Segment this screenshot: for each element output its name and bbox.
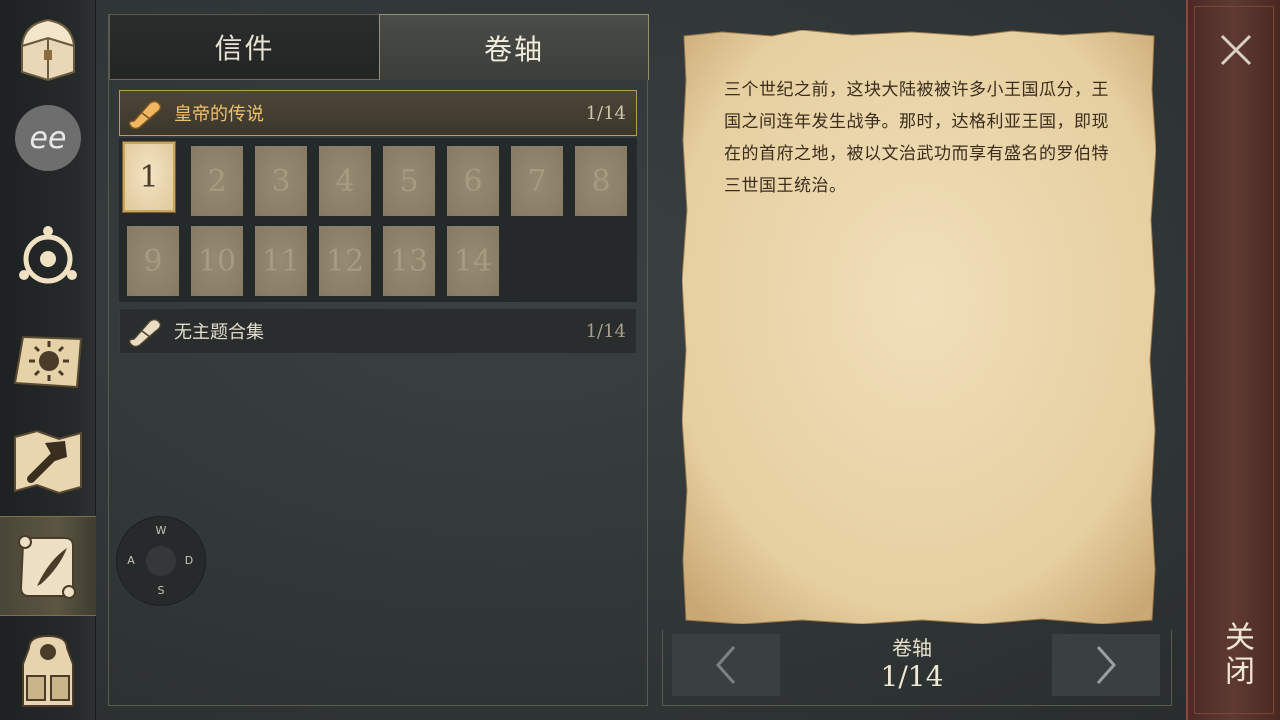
category-count: 1/14 [585, 102, 626, 124]
library-panel: 信件 卷轴 皇帝的传说 1/14 1 2 3 4 5 6 7 8 9 10 11… [108, 14, 649, 706]
rune-circle-icon [19, 226, 77, 284]
tab-bar: 信件 卷轴 [109, 14, 649, 80]
page-tile[interactable]: 3 [255, 146, 307, 216]
next-page-button[interactable] [1052, 634, 1160, 696]
page-tile[interactable]: 14 [447, 226, 499, 296]
key-up: W [155, 524, 167, 537]
tab-scrolls[interactable]: 卷轴 [379, 14, 649, 80]
sidebar-item-skills[interactable] [0, 206, 96, 306]
sidebar-item-character[interactable] [0, 620, 96, 720]
previous-page-button[interactable] [672, 634, 780, 696]
category-emperor-legend[interactable]: 皇帝的传说 1/14 [119, 90, 637, 136]
page-tile[interactable]: 1 [123, 142, 175, 212]
svg-text:ee: ee [30, 121, 67, 156]
page-tile[interactable]: 10 [191, 226, 243, 296]
page-grid: 1 2 3 4 5 6 7 8 9 10 11 12 13 14 [119, 138, 637, 302]
key-right: D [184, 554, 194, 567]
page-tile[interactable]: 7 [511, 146, 563, 216]
key-down: S [157, 584, 165, 597]
sidebar-item-journal[interactable] [0, 310, 96, 410]
category-untitled-collection[interactable]: 无主题合集 1/14 [119, 308, 637, 354]
page-tile[interactable]: 5 [383, 146, 435, 216]
wasd-compass: W A D S [116, 516, 206, 606]
sidebar: ee [0, 0, 96, 720]
close-panel: 关闭 [1186, 0, 1280, 720]
backpack-icon [22, 634, 74, 707]
page-navigator: 卷轴 1/14 [662, 630, 1182, 710]
page-tile[interactable]: 11 [255, 226, 307, 296]
key-left: A [127, 554, 135, 567]
map-hammer-icon [14, 429, 82, 495]
tab-letters[interactable]: 信件 [109, 14, 379, 80]
page-tile[interactable]: 2 [191, 146, 243, 216]
chevron-right-icon [1096, 646, 1117, 684]
page-tile[interactable]: 8 [575, 146, 627, 216]
close-button[interactable]: 关闭 [1206, 610, 1266, 700]
scroll-icon [128, 318, 162, 347]
page-tile[interactable]: 4 [319, 146, 371, 216]
compass-hub [146, 546, 176, 576]
chevron-left-icon [715, 646, 736, 684]
ee-logo-icon: ee [15, 105, 81, 171]
sun-book-icon [13, 335, 83, 389]
document-text: 三个世纪之前，这块大陆被被许多小王国瓜分，王国之间连年发生战争。那时，达格利亚王… [724, 80, 1109, 196]
navigator-page-count: 1/14 [880, 660, 944, 693]
navigator-label: 卷轴 [892, 636, 932, 660]
page-tile[interactable]: 12 [319, 226, 371, 296]
scroll-icon [128, 100, 162, 129]
category-count: 1/14 [585, 320, 626, 342]
category-title: 皇帝的传说 [174, 104, 264, 125]
sidebar-item-inventory[interactable] [0, 0, 96, 100]
page-tile[interactable]: 9 [127, 226, 179, 296]
page-tile[interactable]: 13 [383, 226, 435, 296]
scroll-quill-icon [18, 535, 76, 599]
page-tile[interactable]: 6 [447, 146, 499, 216]
sidebar-item-library[interactable] [0, 516, 96, 616]
sidebar-item-community[interactable]: ee [0, 88, 96, 188]
close-icon[interactable] [1216, 30, 1256, 70]
category-title: 无主题合集 [174, 322, 264, 343]
sidebar-item-crafting[interactable] [0, 412, 96, 512]
document-page: 三个世纪之前，这块大陆被被许多小王国瓜分，王国之间连年发生战争。那时，达格利亚王… [682, 30, 1156, 624]
chest-icon [20, 18, 76, 82]
